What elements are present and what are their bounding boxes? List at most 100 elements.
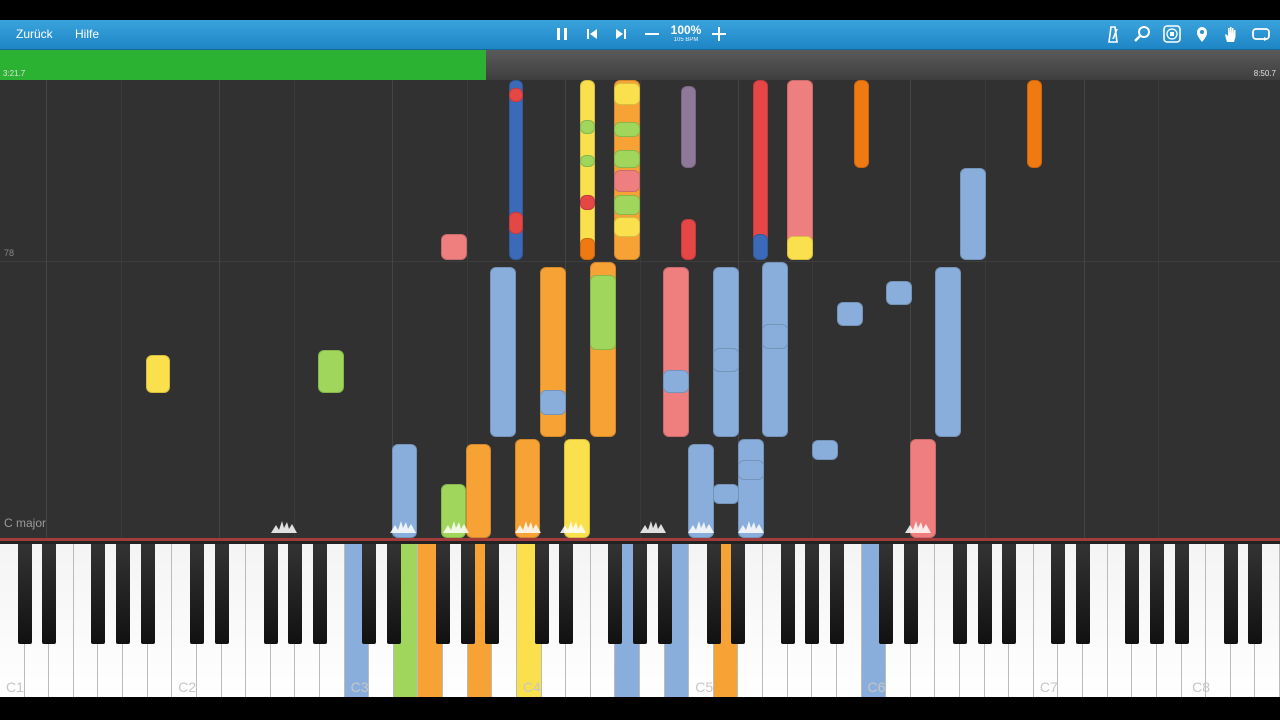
black-key[interactable] bbox=[1125, 544, 1140, 644]
grid-line bbox=[294, 80, 295, 538]
black-key[interactable] bbox=[879, 544, 894, 644]
falling-note bbox=[787, 80, 813, 260]
black-key[interactable] bbox=[534, 544, 549, 644]
hand-icon[interactable] bbox=[1220, 23, 1242, 45]
black-key[interactable] bbox=[633, 544, 647, 644]
falling-note bbox=[713, 348, 739, 372]
black-key[interactable] bbox=[903, 544, 918, 644]
falling-note bbox=[614, 83, 640, 105]
black-key[interactable] bbox=[559, 544, 574, 644]
octave-label: C1 bbox=[6, 679, 24, 695]
black-key[interactable] bbox=[706, 544, 721, 644]
black-key[interactable] bbox=[608, 544, 623, 644]
grid-line bbox=[1158, 80, 1159, 538]
falling-note bbox=[441, 234, 467, 260]
search-icon[interactable] bbox=[1131, 23, 1153, 45]
falling-note bbox=[663, 370, 689, 393]
black-key[interactable] bbox=[1248, 544, 1263, 644]
falling-note bbox=[509, 88, 523, 102]
grid-line bbox=[46, 80, 47, 538]
falling-note bbox=[614, 150, 640, 168]
note-roll: 78 C major bbox=[0, 80, 1280, 538]
black-key[interactable] bbox=[780, 544, 795, 644]
octave-label: C7 bbox=[1039, 679, 1058, 695]
falling-note bbox=[580, 155, 595, 167]
black-key[interactable] bbox=[485, 544, 500, 644]
falling-note bbox=[1027, 80, 1042, 168]
grid-line bbox=[219, 80, 220, 538]
key-press-sparkle bbox=[515, 519, 541, 533]
falling-note bbox=[681, 219, 696, 260]
black-key[interactable] bbox=[263, 544, 278, 644]
black-key[interactable] bbox=[42, 544, 57, 644]
key-signature-label: C major bbox=[4, 516, 47, 530]
minus-icon[interactable] bbox=[641, 23, 663, 45]
black-key[interactable] bbox=[1223, 544, 1238, 644]
help-button[interactable]: Hilfe bbox=[71, 20, 103, 49]
key-press-sparkle bbox=[905, 519, 931, 533]
black-key[interactable] bbox=[1174, 544, 1189, 644]
black-key[interactable] bbox=[214, 544, 229, 644]
black-key[interactable] bbox=[1149, 544, 1164, 644]
falling-note bbox=[854, 80, 869, 168]
falling-note bbox=[886, 281, 912, 305]
falling-note bbox=[681, 86, 696, 168]
octave-label: C8 bbox=[1192, 679, 1211, 695]
label-icon[interactable] bbox=[1161, 23, 1183, 45]
key-press-sparkle bbox=[688, 519, 714, 533]
black-key[interactable] bbox=[731, 544, 746, 644]
grid-line bbox=[121, 80, 122, 538]
black-key[interactable] bbox=[436, 544, 451, 644]
octave-label: C2 bbox=[178, 679, 197, 695]
loop-icon[interactable] bbox=[1250, 23, 1272, 45]
black-key[interactable] bbox=[1002, 544, 1017, 644]
black-key[interactable] bbox=[657, 544, 672, 644]
falling-note bbox=[837, 302, 863, 326]
black-key[interactable] bbox=[1051, 544, 1066, 644]
black-key[interactable] bbox=[953, 544, 967, 644]
plus-icon[interactable] bbox=[708, 23, 730, 45]
black-key[interactable] bbox=[386, 544, 401, 644]
falling-note bbox=[787, 236, 813, 260]
falling-note bbox=[580, 120, 595, 134]
key-press-sparkle bbox=[271, 519, 297, 533]
pause-icon[interactable] bbox=[551, 23, 573, 45]
total-time: 8:50.7 bbox=[1253, 69, 1276, 78]
piano-keyboard[interactable]: C1 C2 C3 C4 C5 C6 C7 C8 bbox=[0, 538, 1280, 700]
black-key[interactable] bbox=[829, 544, 844, 644]
skip-back-icon[interactable] bbox=[581, 23, 603, 45]
black-key[interactable] bbox=[805, 544, 820, 644]
progress-bar[interactable]: 3:21.7 8:50.7 bbox=[0, 50, 1280, 80]
falling-note bbox=[590, 275, 616, 350]
falling-note bbox=[146, 355, 170, 393]
black-key[interactable] bbox=[1076, 544, 1091, 644]
bottom-letterbox bbox=[0, 697, 1280, 720]
back-button[interactable]: Zurück bbox=[12, 20, 57, 49]
black-key[interactable] bbox=[116, 544, 131, 644]
skip-forward-icon[interactable] bbox=[610, 23, 632, 45]
black-key[interactable] bbox=[140, 544, 155, 644]
black-key[interactable] bbox=[362, 544, 377, 644]
black-key[interactable] bbox=[460, 544, 475, 644]
grid-line bbox=[1084, 80, 1085, 538]
falling-note bbox=[614, 122, 640, 137]
black-key[interactable] bbox=[977, 544, 992, 644]
falling-note bbox=[614, 170, 640, 192]
black-key[interactable] bbox=[189, 544, 204, 644]
black-key[interactable] bbox=[17, 544, 32, 644]
location-pin-icon[interactable] bbox=[1191, 23, 1213, 45]
metronome-icon[interactable] bbox=[1102, 23, 1124, 45]
falling-note bbox=[753, 80, 768, 260]
key-press-sparkle bbox=[560, 519, 586, 533]
black-key[interactable] bbox=[288, 544, 303, 644]
key-press-sparkle bbox=[443, 519, 469, 533]
falling-note bbox=[960, 168, 986, 260]
falling-note bbox=[466, 444, 491, 538]
falling-note bbox=[614, 217, 640, 237]
black-key[interactable] bbox=[313, 544, 327, 644]
falling-note bbox=[580, 195, 595, 210]
falling-note bbox=[753, 234, 768, 260]
elapsed-time: 3:21.7 bbox=[3, 69, 26, 78]
black-key[interactable] bbox=[91, 544, 106, 644]
falling-note bbox=[614, 195, 640, 215]
